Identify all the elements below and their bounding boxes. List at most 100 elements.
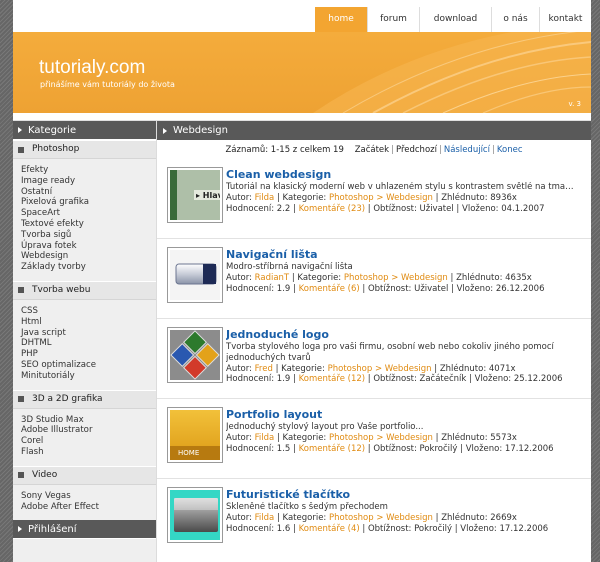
sidebar-subcategory-link[interactable]: Úprava fotek [21, 241, 156, 252]
article-title-link[interactable]: Clean webdesign [226, 168, 591, 182]
article-description: Modro-stříbrná navigační lišta [226, 262, 353, 272]
difficulty-value: Obtížnost: Uživatel [367, 283, 449, 294]
nav-item-kontakt[interactable]: kontakt [539, 7, 591, 32]
article-thumbnail[interactable]: HOME [167, 407, 223, 463]
article-body: Clean webdesign Tutoriál na klasický mode… [226, 167, 591, 238]
comments-link[interactable]: Komentáře (23) [299, 204, 365, 214]
article-meta-line: Autor: Filda | Kategorie: Photoshop > We… [226, 192, 517, 203]
author-link[interactable]: Filda [255, 513, 275, 523]
square-bullet-icon [18, 146, 24, 153]
nav-item-o-nás[interactable]: o nás [491, 7, 539, 32]
category-link[interactable]: Photoshop > Webdesign [329, 433, 433, 443]
article-item: Jednoduché logo Tvorba stylového loga pro… [157, 319, 591, 399]
comments-link[interactable]: Komentáře (12) [299, 374, 365, 384]
sidebar-subcategory-link[interactable]: SEO optimalizace [21, 360, 156, 371]
article-description: Tvorba stylového loga pro vaši firmu, os… [226, 342, 554, 363]
version-label: v. 3 [568, 100, 581, 108]
author-link[interactable]: Fred [255, 364, 273, 374]
nav-item-download[interactable]: download [419, 7, 491, 32]
sidebar-subcategory-link[interactable]: Image ready [21, 176, 156, 187]
pager-start: Začátek [354, 145, 390, 155]
nav-item-forum[interactable]: forum [367, 7, 419, 32]
sidebar-subcategory-list: Efekty Image ready Ostatní Pixelová grafika… [13, 159, 156, 281]
pager-next-link[interactable]: Následující [444, 145, 490, 155]
sidebar-subcategory-link[interactable]: Adobe After Effect [21, 502, 156, 513]
sidebar-subcategory-link[interactable]: DHTML [21, 338, 156, 349]
article-description: Skleněné tlačítko s šedým přechodem [226, 502, 388, 512]
category-link[interactable]: Photoshop > Webdesign [329, 513, 433, 523]
arrow-right-icon [18, 526, 22, 533]
sidebar-subcategory-link[interactable]: Html [21, 317, 156, 328]
date-posted: Vloženo: 17.12.2006 [460, 523, 549, 534]
sidebar-subcategory-link[interactable]: Tvorba sigů [21, 230, 156, 241]
article-thumbnail[interactable] [167, 487, 223, 543]
square-bullet-icon [18, 396, 24, 403]
sidebar-subcategory-link[interactable]: Minitutoriály [21, 371, 156, 382]
article-meta-line: Hodnocení: 2.2 | Komentáře (23) | Obtížn… [226, 203, 545, 214]
article-item: Futuristické tlačítko Skleněné tlačítko s… [157, 479, 591, 559]
article-thumbnail-image [170, 250, 220, 300]
article-title-link[interactable]: Jednoduché logo [226, 328, 591, 342]
views-count: Zhlédnuto: 2669x [441, 512, 517, 523]
sidebar-subcategory-link[interactable]: 3D Studio Max [21, 415, 156, 426]
views-count: Zhlédnuto: 4071x [439, 363, 516, 374]
sidebar-subcategory-link[interactable]: Corel [21, 436, 156, 447]
author-link[interactable]: RadianT [255, 273, 289, 283]
category-label: Kategorie: [282, 432, 327, 443]
sidebar-category[interactable]: 3D a 2D grafika [13, 389, 156, 409]
sidebar-subcategory-link[interactable]: Adobe Illustrator [21, 425, 156, 436]
sidebar-subcategory-link[interactable]: CSS [21, 306, 156, 317]
sidebar-subcategory-link[interactable]: Flash [21, 447, 156, 458]
article-meta-line: Hodnocení: 1.5 | Komentáře (12) | Obtížn… [226, 443, 554, 454]
article-description: Jednoduchý stylový layout pro Vaše portf… [226, 422, 424, 432]
sidebar-subcategory-link[interactable]: Java script [21, 328, 156, 339]
sidebar-category[interactable]: Tvorba webu [13, 280, 156, 300]
article-thumbnail[interactable] [167, 247, 223, 303]
author-link[interactable]: Filda [255, 193, 275, 203]
sidebar-subcategory-list: Sony Vegas Adobe After Effect [13, 485, 156, 521]
comments-link[interactable]: Komentáře (4) [299, 524, 360, 534]
comments-link[interactable]: Komentáře (6) [299, 284, 360, 294]
sidebar-subcategory-link[interactable]: Základy tvorby [21, 262, 156, 273]
page: home forum download o nás kontakt tutorialy.… [13, 0, 591, 562]
views-count: Zhlédnuto: 8936x [441, 192, 517, 203]
article-meta-line: Hodnocení: 1.9 | Komentáře (6) | Obtížno… [226, 283, 545, 294]
article-thumbnail[interactable] [167, 327, 223, 383]
sidebar-category[interactable]: Photoshop [13, 140, 156, 159]
category-link[interactable]: Photoshop > Webdesign [329, 193, 433, 203]
category-link[interactable]: Photoshop > Webdesign [344, 273, 448, 283]
sidebar-subcategory-link[interactable]: Ostatní [21, 187, 156, 198]
sidebar-heading-login: Přihlášení [13, 520, 156, 540]
comments-link[interactable]: Komentáře (12) [299, 444, 365, 454]
sidebar-subcategory-link[interactable]: SpaceArt [21, 208, 156, 219]
article-body: Navigační lišta Modro-stříbrná navigační … [226, 247, 591, 318]
sidebar-subcategory-link[interactable]: PHP [21, 349, 156, 360]
author-label: Autor: [226, 272, 252, 283]
article-body: Jednoduché logo Tvorba stylového loga pro… [226, 327, 591, 398]
article-description: Tutoriál na klasický moderní web v uhlaz… [226, 182, 576, 192]
rating-value: Hodnocení: 1.9 [226, 374, 291, 385]
article-title-link[interactable]: Futuristické tlačítko [226, 488, 591, 502]
sidebar-subcategory-link[interactable]: Pixelová grafika [21, 197, 156, 208]
site-title[interactable]: tutorialy.com [39, 57, 145, 79]
sidebar-category[interactable]: Video [13, 465, 156, 485]
sidebar-subcategory-link[interactable]: Textové efekty [21, 219, 156, 230]
category-link[interactable]: Photoshop > Webdesign [328, 364, 432, 374]
author-label: Autor: [226, 192, 252, 203]
pager-end-link[interactable]: Konec [497, 145, 523, 155]
nav-item-home[interactable]: home [315, 7, 367, 32]
sidebar-category-label: 3D a 2D grafika [32, 393, 103, 404]
views-count: Zhlédnuto: 4635x [456, 272, 532, 283]
sidebar-subcategory-link[interactable]: Efekty [21, 165, 156, 176]
article-meta-line: Autor: RadianT | Kategorie: Photoshop > … [226, 272, 532, 283]
article-list: ▸ Hlav Clean webdesignTutoriál na klasick… [157, 159, 591, 559]
views-count: Zhlédnuto: 5573x [441, 432, 517, 443]
article-thumbnail[interactable]: ▸ Hlav [167, 167, 223, 223]
sidebar-subcategory-link[interactable]: Webdesign [21, 251, 156, 262]
author-link[interactable]: Filda [255, 433, 275, 443]
article-title-link[interactable]: Navigační lišta [226, 248, 591, 262]
arrow-right-icon [163, 127, 167, 134]
article-item: ▸ Hlav Clean webdesignTutoriál na klasick… [157, 159, 591, 239]
article-title-link[interactable]: Portfolio layout [226, 408, 591, 422]
sidebar-subcategory-link[interactable]: Sony Vegas [21, 491, 156, 502]
